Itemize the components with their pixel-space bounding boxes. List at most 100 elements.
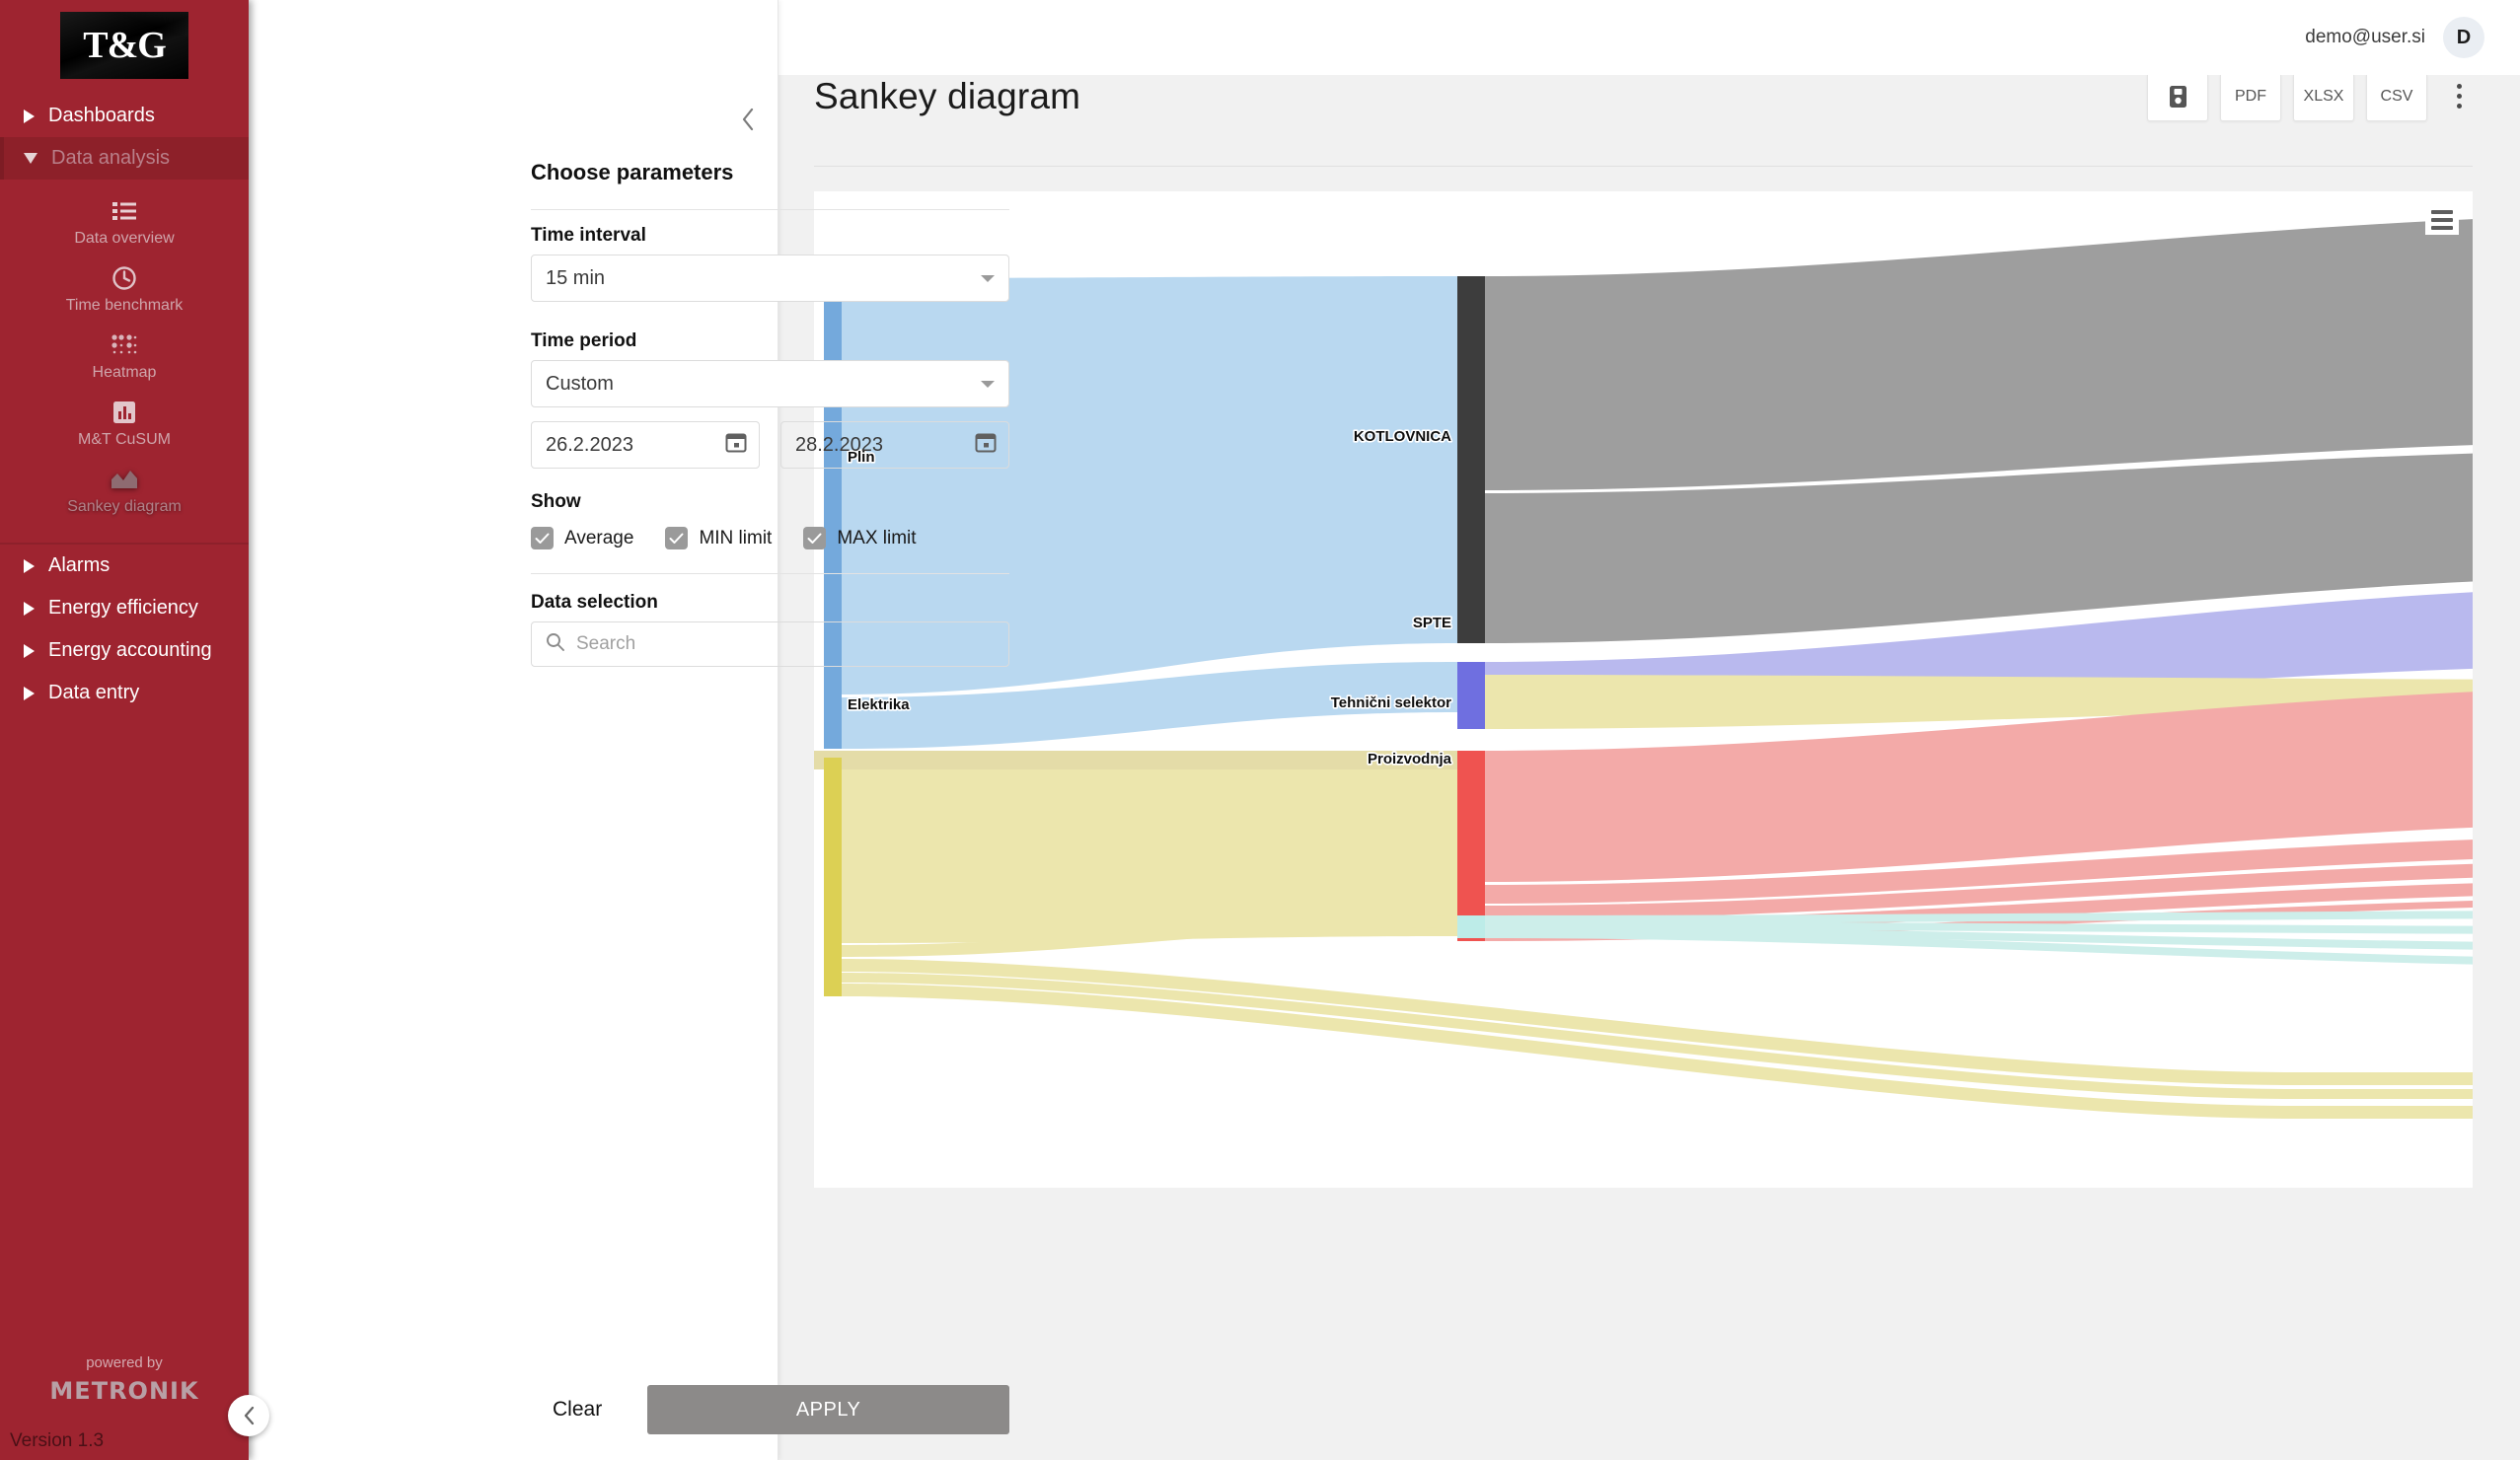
link-kotlovnica-parni-kotel	[1485, 218, 2473, 490]
checkbox-average[interactable]: Average	[531, 527, 633, 549]
checkbox-min-limit-label: MIN limit	[699, 527, 773, 548]
sankey-node-proizvodnja[interactable]	[1457, 914, 1485, 938]
chevron-left-icon	[742, 108, 754, 131]
sidebar-group-data-analysis[interactable]: Data analysis	[0, 137, 249, 180]
parameters-panel: Choose parameters Time interval 15 min T…	[249, 0, 1009, 1460]
version-label: Version 1.3	[10, 1430, 105, 1451]
calendar-icon[interactable]	[725, 431, 747, 459]
panel-divider	[531, 209, 1009, 210]
avatar[interactable]: D	[2443, 17, 2484, 58]
sidebar-collapse-button[interactable]	[228, 1395, 269, 1436]
link-elektrika-tehnicni	[842, 750, 1457, 943]
page-content: Sankey diagram PDF XLSX CSV Plin Elektri…	[778, 0, 2520, 1188]
check-icon	[665, 527, 689, 549]
sidebar-group-label: Energy accounting	[48, 639, 212, 661]
apply-button[interactable]: APPLY	[647, 1385, 1009, 1434]
date-from-input[interactable]: 26.2.2023	[531, 421, 760, 469]
save-button[interactable]	[2147, 71, 2208, 121]
sidebar-group-alarms[interactable]: Alarms	[0, 545, 249, 587]
sankey-card: Plin Elektrika KOTLOVNICA SPTE Tehnični …	[814, 190, 2473, 1188]
more-vertical-icon[interactable]	[2445, 72, 2473, 121]
metronik-logo: METRONIK	[49, 1377, 199, 1406]
checkbox-min-limit[interactable]: MIN limit	[665, 527, 772, 549]
search-placeholder: Search	[576, 633, 636, 654]
sidebar-group-energy-efficiency[interactable]: Energy efficiency	[0, 587, 249, 629]
sidebar-group-data-entry[interactable]: Data entry	[0, 672, 249, 714]
sankey-diagram: Plin Elektrika KOTLOVNICA SPTE Tehnični …	[814, 191, 2473, 1188]
sankey-node-spte[interactable]	[1457, 661, 1485, 729]
date-to-value: 28.2.2023	[795, 433, 883, 456]
sidebar-item-label: Sankey diagram	[67, 498, 182, 515]
sidebar-group-label: Dashboards	[48, 105, 155, 126]
search-input-wrap[interactable]: Search	[531, 621, 1009, 667]
sidebar: T&G Dashboards Data analysis Data overvi…	[0, 0, 269, 1460]
sidebar-item-mt-cusum[interactable]: M&T CuSUM	[0, 391, 249, 458]
search-icon	[546, 632, 564, 657]
heatmap-icon	[111, 332, 137, 358]
show-divider	[531, 573, 1009, 574]
chevron-right-icon	[24, 643, 35, 658]
sidebar-item-sankey-diagram[interactable]: Sankey diagram	[0, 458, 249, 525]
chevron-right-icon	[24, 686, 35, 700]
date-from-value: 26.2.2023	[546, 433, 633, 456]
date-range: 26.2.2023 28.2.2023	[531, 421, 1009, 469]
sankey-node-tehnicni-selektor[interactable]	[1457, 750, 1485, 941]
export-csv-button[interactable]: CSV	[2366, 71, 2427, 121]
bar-chart-icon	[111, 400, 137, 425]
check-icon	[803, 527, 827, 549]
powered-by-label: powered by	[86, 1354, 163, 1372]
checkbox-max-limit[interactable]: MAX limit	[803, 527, 917, 549]
panel-title: Choose parameters	[531, 160, 734, 184]
logo-wrap: T&G	[0, 0, 249, 89]
checkbox-max-limit-label: MAX limit	[837, 527, 917, 548]
app-root: T&G Dashboards Data analysis Data overvi…	[0, 0, 2520, 1460]
check-icon	[531, 527, 554, 549]
page-actions: PDF XLSX CSV	[2147, 71, 2473, 121]
powered-by-block: powered by METRONIK	[0, 1352, 249, 1409]
sankey-svg: Plin Elektrika KOTLOVNICA SPTE Tehnični …	[814, 218, 2473, 1119]
sidebar-group-label: Data analysis	[51, 147, 171, 169]
main-content: demo@user.si D Sankey diagram PDF XLSX C…	[249, 0, 2520, 1460]
save-icon	[2169, 85, 2186, 108]
area-chart-icon	[111, 467, 138, 492]
data-selection-label: Data selection	[531, 592, 658, 613]
sidebar-item-label: Data overview	[74, 230, 175, 247]
export-xlsx-button[interactable]: XLSX	[2293, 71, 2354, 121]
app-logo: T&G	[60, 12, 188, 79]
hamburger-icon[interactable]	[2425, 204, 2459, 235]
time-period-select[interactable]: Custom	[531, 360, 1009, 407]
show-options: Average MIN limit MAX limit	[531, 527, 1009, 549]
sankey-node-kotlovnica[interactable]	[1457, 275, 1485, 643]
sidebar-item-heatmap[interactable]: Heatmap	[0, 324, 249, 391]
sidebar-group-label: Energy efficiency	[48, 597, 198, 619]
chevron-right-icon	[24, 109, 35, 123]
sidebar-item-label: Heatmap	[92, 364, 157, 381]
header-separator	[814, 165, 2473, 167]
sankey-label-proizvodnja: Proizvodnja	[1368, 751, 1452, 767]
link-spte-nepomejeno	[814, 750, 1457, 769]
sidebar-group-energy-accounting[interactable]: Energy accounting	[0, 629, 249, 672]
sidebar-group-label: Alarms	[48, 554, 111, 576]
checkbox-average-label: Average	[564, 527, 634, 548]
calendar-icon[interactable]	[975, 431, 997, 459]
clock-icon	[111, 265, 137, 291]
sidebar-item-data-overview[interactable]: Data overview	[0, 189, 249, 256]
page-title: Sankey diagram	[814, 75, 1081, 116]
time-interval-select[interactable]: 15 min	[531, 255, 1009, 302]
sidebar-item-time-benchmark[interactable]: Time benchmark	[0, 256, 249, 324]
time-period-label: Time period	[531, 330, 637, 351]
export-pdf-button[interactable]: PDF	[2220, 71, 2281, 121]
list-icon	[112, 198, 136, 224]
sidebar-item-label: M&T CuSUM	[78, 431, 171, 448]
time-period-value: Custom	[546, 372, 614, 395]
sidebar-nav: Dashboards Data analysis Data overview T…	[0, 95, 249, 714]
clear-button[interactable]: Clear	[531, 1388, 624, 1431]
link-elektrika-laboratorij	[842, 983, 2473, 1119]
sidebar-group-dashboards[interactable]: Dashboards	[0, 95, 249, 137]
panel-collapse-button[interactable]	[740, 107, 756, 136]
sankey-label-tehnicni-selektor: Tehnični selektor	[1331, 694, 1451, 711]
chevron-down-icon	[24, 153, 37, 164]
sankey-label-kotlovnica: KOTLOVNICA	[1354, 428, 1451, 445]
date-to-input[interactable]: 28.2.2023	[780, 421, 1009, 469]
sankey-node-elektrika[interactable]	[824, 757, 842, 996]
